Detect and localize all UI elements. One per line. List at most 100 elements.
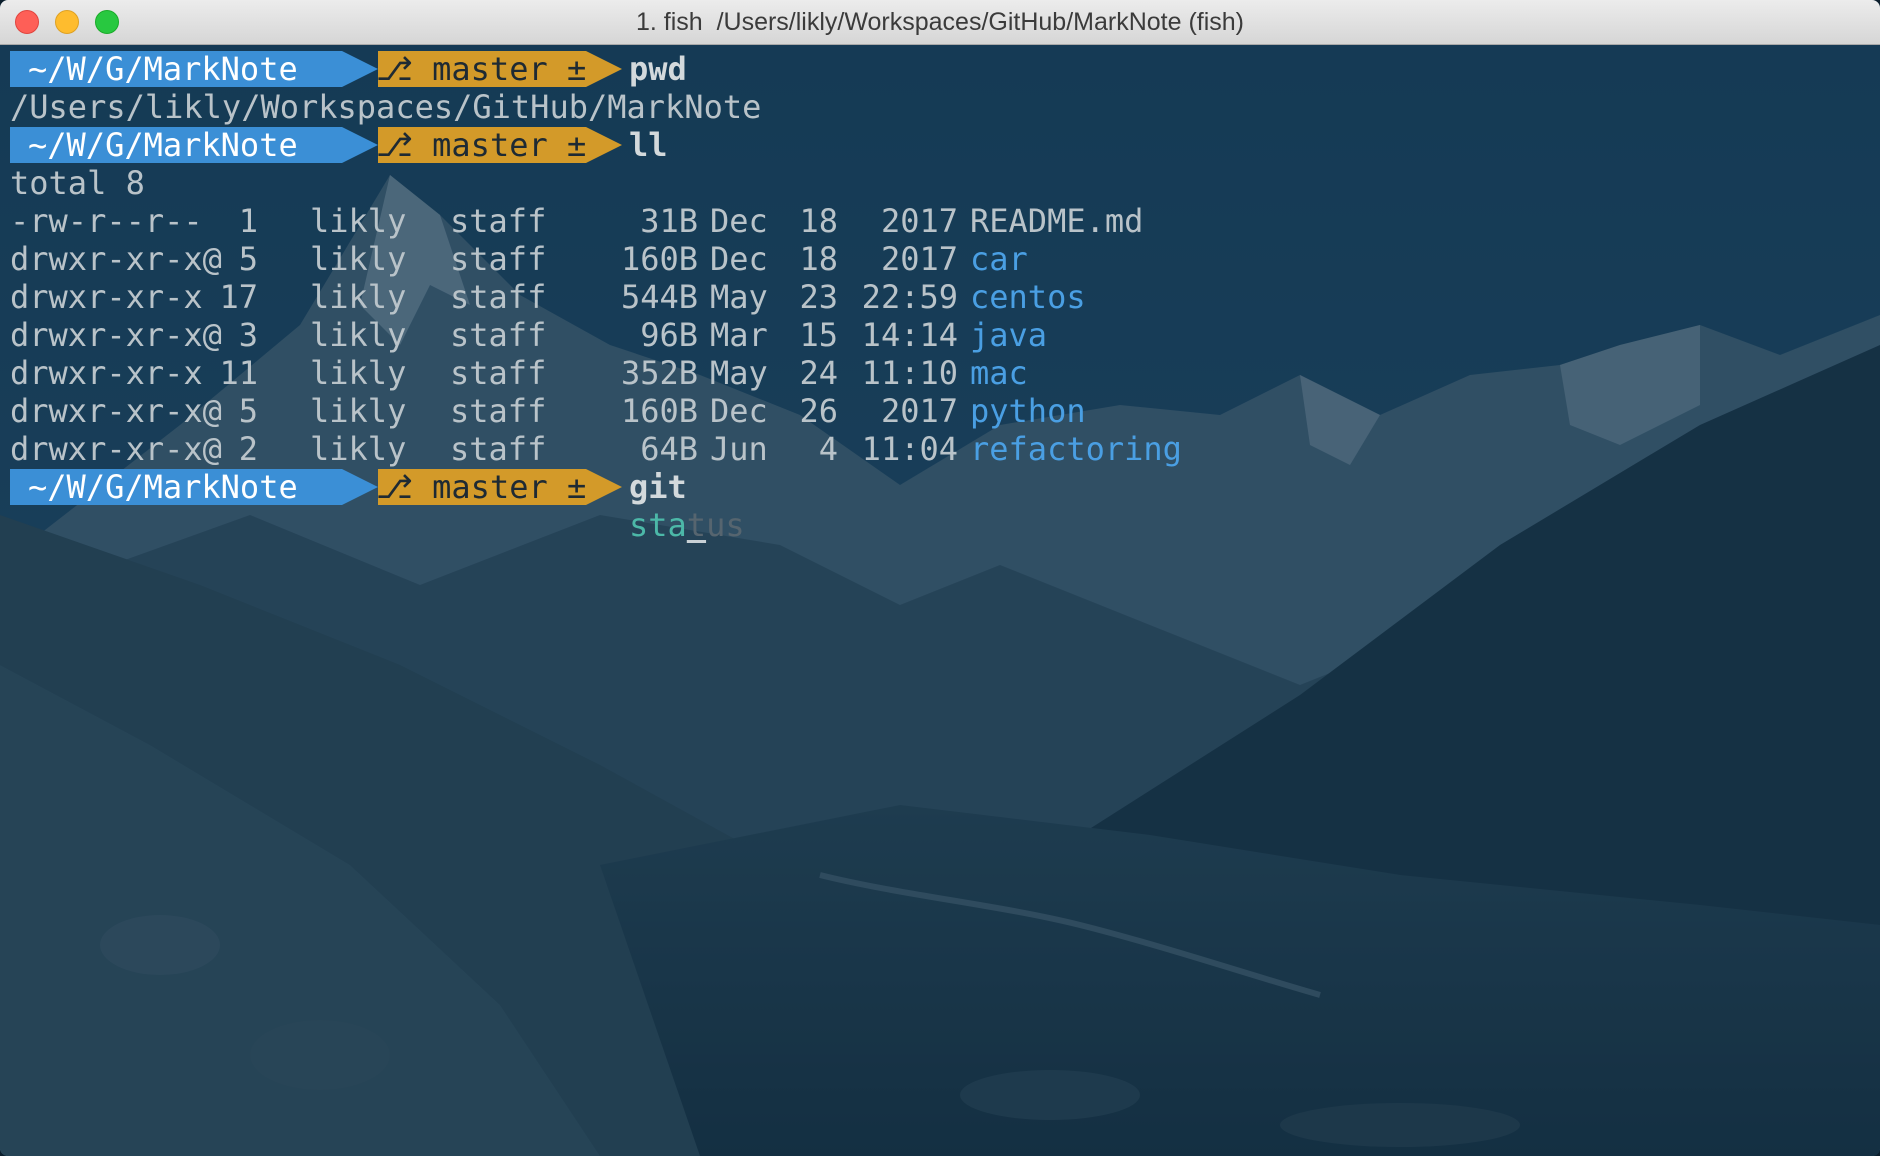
ls-size: 160B [620, 392, 698, 430]
prompt-git-arrow [586, 51, 622, 87]
ls-time: 2017 [880, 240, 958, 278]
title-bar[interactable]: 1. fish /Users/likly/Workspaces/GitHub/M… [0, 0, 1880, 45]
ls-size: 31B [640, 202, 698, 240]
ls-name: car [970, 240, 1028, 278]
ls-time: 14:14 [861, 316, 958, 354]
branch-icon: ⎇ [376, 50, 413, 88]
ls-group: staff [450, 354, 547, 392]
prompt-path-arrow [342, 469, 378, 505]
branch-icon: ⎇ [376, 468, 413, 506]
ls-size: 544B [620, 278, 698, 316]
command-input[interactable]: git status [629, 468, 761, 544]
ls-perm: drwxr-xr-x [10, 354, 203, 392]
ls-owner: likly [310, 392, 407, 430]
ls-perm: drwxr-xr-x@ [10, 430, 222, 468]
autosuggestion: us [706, 506, 745, 544]
ls-row: -rw-r--r-- 1 likly staff 31B Dec 18 2017 README.… [10, 202, 1143, 240]
ls-owner: likly [310, 354, 407, 392]
ls-name: java [970, 316, 1048, 354]
ls-listing: -rw-r--r-- 1 likly staff 31B Dec 18 2017 README.… [10, 202, 1182, 468]
ls-perm: drwxr-xr-x@ [10, 240, 222, 278]
prompt-branch: master ± [432, 468, 587, 506]
ls-total: total 8 [10, 164, 145, 202]
prompt-git: ⎇ master ± [376, 468, 586, 506]
ls-time: 2017 [880, 202, 958, 240]
ls-time: 2017 [880, 392, 958, 430]
prompt-branch: master ± [432, 50, 587, 88]
ls-links: 1 [238, 202, 258, 240]
ls-day: 24 [799, 354, 838, 392]
ls-day: 26 [799, 392, 838, 430]
ls-day: 23 [799, 278, 838, 316]
ls-owner: likly [310, 240, 407, 278]
ls-name: centos [970, 278, 1086, 316]
ls-row: drwxr-xr-x@ 2 likly staff 64B Jun 4 11:04 refact… [10, 430, 1182, 468]
prompt-path: ~/W/G/MarkNote [28, 126, 298, 164]
ls-month: Dec [710, 392, 768, 430]
prompt-branch: master ± [432, 126, 587, 164]
prompt-path-arrow [342, 127, 378, 163]
ls-links: 17 [219, 278, 258, 316]
ls-month: Mar [710, 316, 768, 354]
branch-icon: ⎇ [376, 126, 413, 164]
ls-time: 22:59 [861, 278, 958, 316]
ls-group: staff [450, 240, 547, 278]
terminal-window: 1. fish /Users/likly/Workspaces/GitHub/M… [0, 0, 1880, 1156]
window-title: 1. fish /Users/likly/Workspaces/GitHub/M… [635, 8, 1245, 36]
ls-size: 64B [640, 430, 698, 468]
ls-day: 15 [799, 316, 838, 354]
prompt-git: ⎇ master ± [376, 50, 586, 88]
ls-month: Dec [710, 240, 768, 278]
ls-name: mac [970, 354, 1028, 392]
prompt-path-arrow [342, 51, 378, 87]
ls-row: drwxr-xr-x 11 likly staff 352B May 24 11:10 mac [10, 354, 1028, 392]
prompt-path: ~/W/G/MarkNote [28, 468, 298, 506]
ls-links: 5 [238, 392, 258, 430]
command-arg-typed: sta [629, 506, 687, 544]
ls-time: 11:04 [861, 430, 958, 468]
ls-group: staff [450, 316, 547, 354]
command-name: git [629, 468, 687, 506]
prompt-git: ⎇ master ± [376, 126, 586, 164]
ls-name: refactoring [970, 430, 1182, 468]
command-text: ll [629, 126, 668, 164]
ls-group: staff [450, 202, 547, 240]
command-text: pwd [629, 50, 687, 88]
ls-row: drwxr-xr-x@ 5 likly staff 160B Dec 26 2017 pytho… [10, 392, 1086, 430]
ls-owner: likly [310, 202, 407, 240]
ls-row: drwxr-xr-x@ 3 likly staff 96B Mar 15 14:14 java [10, 316, 1047, 354]
prompt-line: ~/W/G/MarkNote ⎇ master ± git status [10, 468, 761, 544]
ls-size: 352B [620, 354, 698, 392]
ls-time: 11:10 [861, 354, 958, 392]
prompt-git-arrow [586, 127, 622, 163]
ls-size: 160B [620, 240, 698, 278]
ls-month: Jun [710, 430, 768, 468]
ls-day: 18 [799, 240, 838, 278]
ls-links: 11 [219, 354, 258, 392]
ls-links: 3 [238, 316, 258, 354]
ls-owner: likly [310, 430, 407, 468]
ls-group: staff [450, 392, 547, 430]
ls-size: 96B [640, 316, 698, 354]
prompt-line: ~/W/G/MarkNote ⎇ master ± pwd [10, 50, 761, 88]
ls-row: drwxr-xr-x 17 likly staff 544B May 23 22:59 cent… [10, 278, 1086, 316]
pwd-output: /Users/likly/Workspaces/GitHub/MarkNote [10, 88, 762, 126]
ls-links: 2 [238, 430, 258, 468]
ls-month: May [710, 354, 768, 392]
ls-group: staff [450, 430, 547, 468]
ls-month: Dec [710, 202, 768, 240]
ls-owner: likly [310, 278, 407, 316]
ls-day: 18 [799, 202, 838, 240]
ls-perm: drwxr-xr-x@ [10, 316, 222, 354]
ls-perm: drwxr-xr-x@ [10, 392, 222, 430]
ls-name: README.md [970, 202, 1144, 240]
ls-owner: likly [310, 316, 407, 354]
ls-links: 5 [238, 240, 258, 278]
prompt-line: ~/W/G/MarkNote ⎇ master ± ll [10, 126, 761, 164]
terminal-content[interactable]: ~/W/G/MarkNote ⎇ master ± pwd /Users/lik… [10, 50, 1182, 544]
prompt-git-arrow [586, 469, 622, 505]
ls-perm: -rw-r--r-- [10, 202, 203, 240]
ls-group: staff [450, 278, 547, 316]
prompt-path: ~/W/G/MarkNote [28, 50, 298, 88]
ls-name: python [970, 392, 1086, 430]
